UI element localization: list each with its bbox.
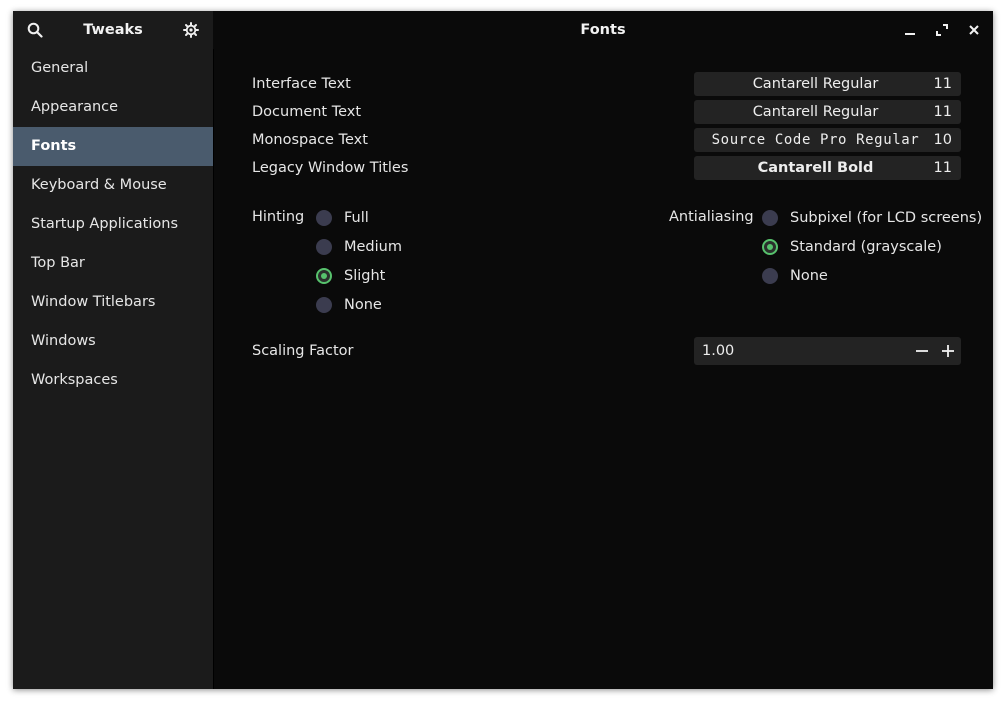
interface-text-label: Interface Text xyxy=(252,76,351,92)
minus-icon xyxy=(916,350,928,352)
sidebar-item-fonts[interactable]: Fonts xyxy=(13,127,213,166)
antialiasing-option-standard[interactable]: Standard (grayscale) xyxy=(762,237,942,257)
hinting-option-slight[interactable]: Slight xyxy=(316,266,385,286)
document-text-row: Document Text Cantarell Regular 11 xyxy=(252,100,962,124)
sidebar-item-general[interactable]: General xyxy=(13,49,213,88)
legacy-window-titles-row: Legacy Window Titles Cantarell Bold 11 xyxy=(252,156,962,180)
radio-button-checked xyxy=(316,268,332,284)
radio-button xyxy=(762,210,778,226)
search-icon xyxy=(27,22,43,38)
minimize-button[interactable] xyxy=(896,16,924,44)
monospace-text-label: Monospace Text xyxy=(252,132,368,148)
radio-label: Standard (grayscale) xyxy=(790,239,942,255)
content-header: Fonts xyxy=(213,11,993,49)
tweaks-window: Tweaks Fonts General Appearance Fonts Ke… xyxy=(13,11,993,689)
antialiasing-label: Antialiasing xyxy=(669,209,754,225)
sidebar-item-keyboard-mouse[interactable]: Keyboard & Mouse xyxy=(13,166,213,205)
interface-text-row: Interface Text Cantarell Regular 11 xyxy=(252,72,962,96)
scaling-factor-label: Scaling Factor xyxy=(252,343,354,359)
minimize-icon xyxy=(905,33,915,35)
legacy-window-titles-label: Legacy Window Titles xyxy=(252,160,409,176)
decrement-button[interactable] xyxy=(909,337,935,365)
fonts-panel: Interface Text Cantarell Regular 11 Docu… xyxy=(213,49,993,689)
close-button[interactable] xyxy=(960,16,988,44)
radio-label: Subpixel (for LCD screens) xyxy=(790,210,983,226)
font-size: 11 xyxy=(933,76,952,92)
increment-button[interactable] xyxy=(935,337,961,365)
page-title: Fonts xyxy=(580,22,626,38)
radio-button xyxy=(316,239,332,255)
scaling-factor-input[interactable]: 1.00 xyxy=(702,337,734,365)
scaling-factor-spinbutton: 1.00 xyxy=(694,337,961,365)
radio-button xyxy=(316,297,332,313)
radio-button-checked xyxy=(762,239,778,255)
font-name: Cantarell Regular xyxy=(752,76,879,92)
radio-label: None xyxy=(790,268,828,284)
radio-button xyxy=(762,268,778,284)
gear-icon xyxy=(183,22,199,38)
font-name: Cantarell Regular xyxy=(752,104,879,120)
font-size: 11 xyxy=(933,104,952,120)
radio-label: Medium xyxy=(344,239,402,255)
document-text-label: Document Text xyxy=(252,104,362,120)
hinting-option-none[interactable]: None xyxy=(316,295,382,315)
font-name: Source Code Pro Regular xyxy=(711,132,920,148)
font-name: Cantarell Bold xyxy=(757,160,874,176)
radio-label: None xyxy=(344,297,382,313)
radio-button xyxy=(316,210,332,226)
sidebar-header: Tweaks xyxy=(13,11,214,49)
monospace-text-font-button[interactable]: Source Code Pro Regular 10 xyxy=(694,128,961,152)
maximize-icon xyxy=(936,24,948,36)
hinting-option-medium[interactable]: Medium xyxy=(316,237,402,257)
sidebar-item-top-bar[interactable]: Top Bar xyxy=(13,244,213,283)
sidebar-item-window-titlebars[interactable]: Window Titlebars xyxy=(13,283,213,322)
hinting-option-full[interactable]: Full xyxy=(316,208,369,228)
antialiasing-option-none[interactable]: None xyxy=(762,266,828,286)
sidebar-item-workspaces[interactable]: Workspaces xyxy=(13,361,213,400)
close-icon xyxy=(969,25,979,35)
sidebar: General Appearance Fonts Keyboard & Mous… xyxy=(13,49,214,689)
plus-icon xyxy=(942,345,954,357)
radio-label: Full xyxy=(344,210,369,226)
font-size: 11 xyxy=(933,160,952,176)
antialiasing-option-subpixel[interactable]: Subpixel (for LCD screens) xyxy=(762,208,982,228)
sidebar-item-appearance[interactable]: Appearance xyxy=(13,88,213,127)
hinting-label: Hinting xyxy=(252,209,305,225)
radio-label: Slight xyxy=(344,268,386,284)
legacy-window-titles-font-button[interactable]: Cantarell Bold 11 xyxy=(694,156,961,180)
font-size: 10 xyxy=(933,132,952,148)
settings-menu-button[interactable] xyxy=(177,16,205,44)
search-button[interactable] xyxy=(21,16,49,44)
interface-text-font-button[interactable]: Cantarell Regular 11 xyxy=(694,72,961,96)
document-text-font-button[interactable]: Cantarell Regular 11 xyxy=(694,100,961,124)
sidebar-item-windows[interactable]: Windows xyxy=(13,322,213,361)
sidebar-item-startup-applications[interactable]: Startup Applications xyxy=(13,205,213,244)
monospace-text-row: Monospace Text Source Code Pro Regular 1… xyxy=(252,128,962,152)
maximize-button[interactable] xyxy=(928,16,956,44)
